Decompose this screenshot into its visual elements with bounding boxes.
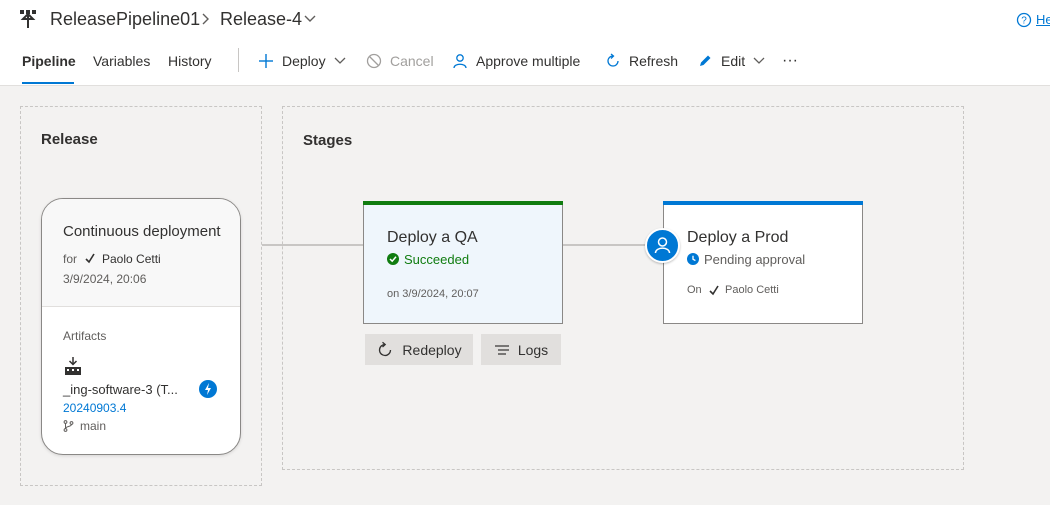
tab-pipeline[interactable]: Pipeline (22, 53, 76, 69)
logs-icon (494, 344, 509, 355)
refresh-button[interactable]: Refresh (605, 50, 678, 72)
release-for-label: for (63, 252, 78, 266)
release-author: Paolo Cetti (102, 252, 161, 266)
deploy-button[interactable]: Deploy (258, 50, 346, 72)
edit-label: Edit (721, 53, 746, 69)
clock-icon (687, 253, 699, 265)
logs-label: Logs (517, 341, 549, 358)
stage-status: Succeeded (404, 252, 470, 267)
redeploy-icon (379, 341, 392, 356)
chevron-down-icon (753, 57, 765, 64)
approve-multiple-button[interactable]: Approve multiple (452, 50, 580, 72)
chevron-down-icon (334, 57, 346, 64)
approve-multiple-label: Approve multiple (476, 53, 581, 69)
stage-name: Deploy a Prod (687, 229, 789, 246)
svg-text:?: ? (1021, 16, 1027, 27)
toolbar-divider (238, 48, 239, 72)
deploy-label: Deploy (282, 53, 326, 69)
artifact-branch: main (80, 419, 107, 433)
logs-button[interactable]: Logs (481, 334, 561, 365)
chevron-right-icon (202, 13, 209, 25)
artifact-name[interactable]: _ing-software-3 (T... (63, 382, 178, 397)
stage-timestamp: on 3/9/2024, 20:07 (387, 288, 479, 300)
help-icon[interactable]: ? (1016, 12, 1032, 28)
stage-meta-user: Paolo Cetti (725, 284, 779, 296)
chevron-down-icon[interactable] (303, 14, 317, 24)
release-trigger-title: Continuous deployment (63, 223, 221, 240)
stage-deploy-prod[interactable]: Deploy a Prod Pending approval On Paolo … (663, 201, 863, 324)
cancel-button[interactable]: Cancel (366, 50, 434, 72)
lightning-icon (199, 380, 217, 398)
person-icon (453, 54, 467, 69)
tab-variables[interactable]: Variables (93, 53, 150, 69)
pipeline-icon (20, 10, 36, 28)
artifact-build-number[interactable]: 20240903.4 (63, 401, 126, 415)
account-icon (709, 285, 719, 296)
breadcrumb-pipeline[interactable]: ReleasePipeline01 (50, 9, 200, 30)
stage-meta-prefix: On (687, 284, 702, 296)
stage-status: Pending approval (704, 252, 806, 267)
cancel-label: Cancel (390, 53, 434, 69)
header-bar: ReleasePipeline01 Release-4 ? Help (0, 0, 1050, 40)
build-icon (65, 357, 81, 375)
help-link[interactable]: Help (1036, 12, 1050, 27)
edit-button[interactable]: Edit (697, 50, 765, 72)
release-to-stage-connector (262, 244, 363, 246)
refresh-icon (607, 53, 619, 67)
release-card[interactable]: Continuous deployment for Paolo Cetti 3/… (41, 198, 241, 455)
more-icon: ··· (782, 52, 798, 69)
artifacts-label: Artifacts (63, 329, 107, 343)
active-tab-indicator (22, 82, 74, 84)
stage-status-bar (663, 201, 863, 205)
refresh-label: Refresh (629, 53, 679, 69)
plus-icon (259, 54, 273, 68)
release-section-title: Release (41, 131, 98, 148)
redeploy-button[interactable]: Redeploy (365, 334, 473, 365)
stage-name: Deploy a QA (387, 229, 478, 246)
breadcrumb-release[interactable]: Release-4 (220, 9, 302, 30)
approver-icon[interactable] (645, 228, 680, 263)
stage-to-stage-connector (563, 244, 647, 246)
pencil-icon (700, 55, 711, 66)
release-date: 3/9/2024, 20:06 (63, 272, 147, 286)
stage-deploy-qa[interactable]: Deploy a QA Succeeded on 3/9/2024, 20:07 (363, 201, 563, 324)
branch-icon (63, 420, 74, 432)
tab-history[interactable]: History (168, 53, 212, 69)
check-circle-icon (387, 253, 399, 265)
cancel-icon (366, 53, 382, 69)
stages-section-title: Stages (303, 132, 353, 149)
redeploy-label: Redeploy (402, 341, 462, 358)
more-actions-button[interactable]: ··· (782, 50, 798, 72)
stage-status-bar (363, 201, 563, 205)
account-icon (85, 253, 95, 264)
